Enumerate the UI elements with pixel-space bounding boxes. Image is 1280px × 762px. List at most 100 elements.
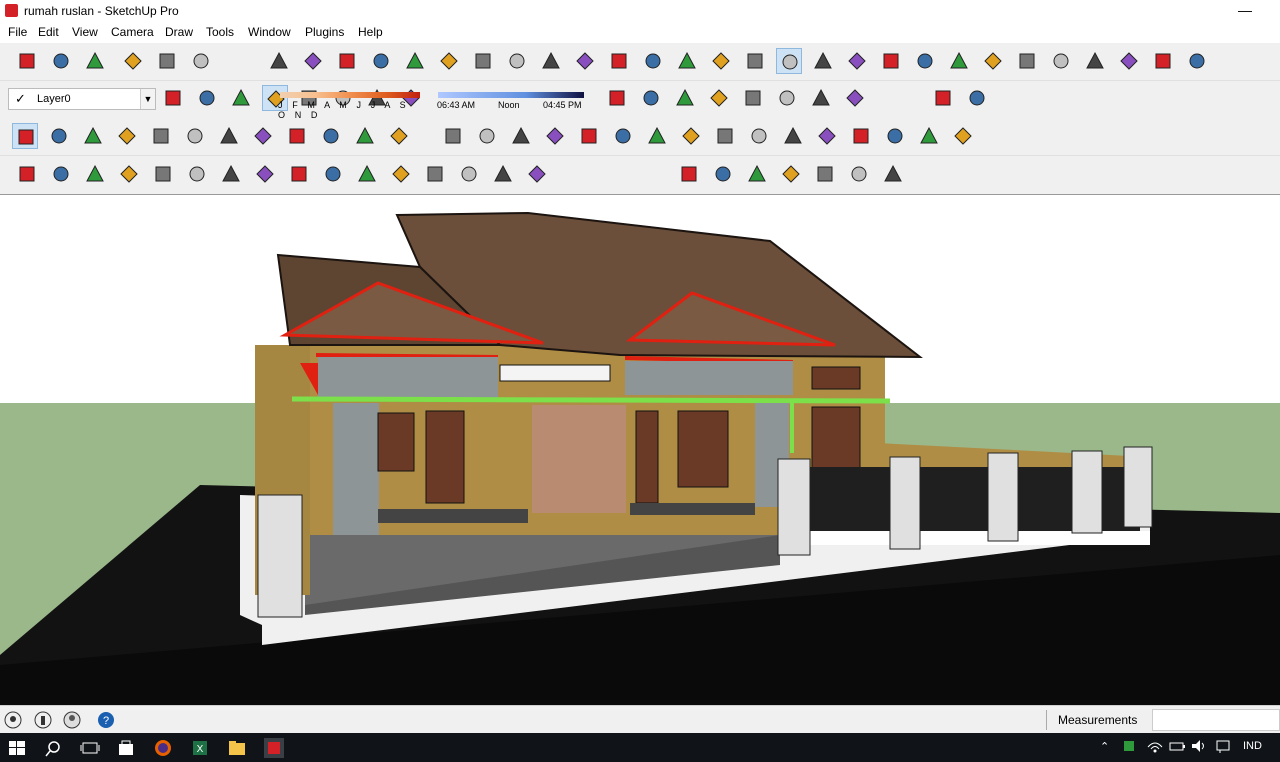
view-iso-icon-button[interactable] <box>436 48 462 74</box>
menu-window[interactable]: Window <box>248 25 291 39</box>
geo-icon-button[interactable] <box>1150 48 1176 74</box>
view-back-icon-button[interactable] <box>572 48 598 74</box>
section-icon-button[interactable] <box>912 48 938 74</box>
view-front-icon-button[interactable] <box>504 48 530 74</box>
pencil-tag-icon-button[interactable] <box>422 161 448 187</box>
protractor-icon-button[interactable] <box>604 85 630 111</box>
sandbox-icon-button[interactable] <box>712 123 738 149</box>
model-info-icon-button[interactable] <box>402 48 428 74</box>
ball-icon-button[interactable] <box>150 161 176 187</box>
task-view-icon[interactable] <box>79 737 101 759</box>
position-camera-icon-button[interactable] <box>644 123 670 149</box>
arc-icon-button[interactable] <box>114 123 140 149</box>
lamp-icon-button[interactable] <box>48 161 74 187</box>
house-icon-button[interactable] <box>946 48 972 74</box>
shadow-toggle-icon-button[interactable] <box>194 85 220 111</box>
text-icon-button[interactable] <box>638 85 664 111</box>
store-icon[interactable] <box>115 737 137 759</box>
axes-icon-button[interactable] <box>672 85 698 111</box>
menu-camera[interactable]: Camera <box>111 25 154 39</box>
freehand-icon-button[interactable] <box>780 123 806 149</box>
look-around-icon-button[interactable] <box>678 123 704 149</box>
r-render-icon-button[interactable] <box>286 161 312 187</box>
shadow-time-slider[interactable]: 06:43 AM Noon 04:45 PM <box>436 90 586 110</box>
pan-icon-button[interactable] <box>508 123 534 149</box>
circle-tool-icon-button[interactable] <box>814 123 840 149</box>
tape-measure-icon-button[interactable] <box>352 123 378 149</box>
shaded-texture-icon-button[interactable] <box>810 48 836 74</box>
minimize-button[interactable]: — <box>1230 2 1260 20</box>
spot-icon-button[interactable] <box>82 161 108 187</box>
rotate-icon-button[interactable] <box>808 85 834 111</box>
follow-icon-button[interactable] <box>216 123 242 149</box>
3d-text-icon-button[interactable] <box>706 85 732 111</box>
fog-icon-button[interactable] <box>228 85 254 111</box>
wireframe-icon-button[interactable] <box>708 48 734 74</box>
sphere-icon-button[interactable] <box>14 161 40 187</box>
zoom-icon-button[interactable] <box>542 123 568 149</box>
orbit-tool-icon-button[interactable] <box>474 123 500 149</box>
view-top-icon-button[interactable] <box>470 48 496 74</box>
open-icon-button[interactable] <box>48 48 74 74</box>
copy-icon-button[interactable] <box>154 48 180 74</box>
select-icon-button[interactable] <box>12 123 38 149</box>
file-explorer-icon[interactable] <box>226 737 248 759</box>
help-icon[interactable]: ? <box>97 711 115 729</box>
view-right-icon-button[interactable] <box>538 48 564 74</box>
menu-view[interactable]: View <box>72 25 98 39</box>
geo-location-icon[interactable] <box>4 711 22 729</box>
user-icon[interactable] <box>63 711 81 729</box>
follow-me-icon-button[interactable] <box>842 85 868 111</box>
print-icon-button[interactable] <box>368 48 394 74</box>
walk-icon-button[interactable] <box>610 123 636 149</box>
menu-edit[interactable]: Edit <box>38 25 59 39</box>
offset-icon-button[interactable] <box>964 85 990 111</box>
move-icon-button[interactable] <box>740 85 766 111</box>
target-icon-button[interactable] <box>710 161 736 187</box>
hidden-line-icon-button[interactable] <box>742 48 768 74</box>
rectangle-icon-button[interactable] <box>148 123 174 149</box>
rt-render-icon-button[interactable] <box>320 161 346 187</box>
monochrome-icon-button[interactable] <box>844 48 870 74</box>
warehouse-icon-button[interactable] <box>980 48 1006 74</box>
volume-icon[interactable] <box>1190 737 1212 759</box>
tray-chevron-icon[interactable]: ⌃ <box>1100 740 1109 753</box>
dome-icon-button[interactable] <box>116 161 142 187</box>
shadow-date-slider[interactable]: J F M A M J J A S O N D <box>278 90 422 120</box>
wifi-icon[interactable] <box>1146 737 1168 759</box>
extension-icon-button[interactable] <box>1082 48 1108 74</box>
cut-icon-button[interactable] <box>120 48 146 74</box>
rotate-arrows-icon-button[interactable] <box>284 123 310 149</box>
measurements-input[interactable] <box>1152 709 1280 731</box>
zoom-extents-icon-button[interactable] <box>576 123 602 149</box>
br-render-icon-button[interactable] <box>354 161 380 187</box>
scale-icon-button[interactable] <box>930 85 956 111</box>
curve-icon-button[interactable] <box>950 123 976 149</box>
chevron-down-icon[interactable]: ▼ <box>140 89 155 109</box>
line-tool-icon-button[interactable] <box>746 123 772 149</box>
language-indicator[interactable]: IND <box>1243 740 1262 752</box>
model-viewport[interactable] <box>0 194 1280 706</box>
menu-help[interactable]: Help <box>358 25 383 39</box>
component-icon-button[interactable] <box>878 48 904 74</box>
arc-2pt-icon-button[interactable] <box>882 123 908 149</box>
view-left-icon-button[interactable] <box>606 48 632 74</box>
firefox-icon[interactable] <box>152 737 174 759</box>
paste-icon-button[interactable] <box>188 48 214 74</box>
polygon-tool-icon-button[interactable] <box>848 123 874 149</box>
credits-icon[interactable] <box>34 711 52 729</box>
menu-draw[interactable]: Draw <box>165 25 193 39</box>
stack-icon-button[interactable] <box>846 161 872 187</box>
erase-icon-button[interactable] <box>266 48 292 74</box>
push-pull-icon-button[interactable] <box>182 123 208 149</box>
move-arrows-icon-button[interactable] <box>250 123 276 149</box>
pie-icon-button[interactable] <box>916 123 942 149</box>
home-outline-icon-button[interactable] <box>1014 48 1040 74</box>
share-icon-button[interactable] <box>1116 48 1142 74</box>
battery-icon[interactable] <box>1168 737 1190 759</box>
sky-icon-button[interactable] <box>184 161 210 187</box>
scale-box-icon-button[interactable] <box>318 123 344 149</box>
search-icon[interactable] <box>44 737 66 759</box>
windows-start-icon[interactable] <box>6 737 28 759</box>
save-icon-button[interactable] <box>82 48 108 74</box>
